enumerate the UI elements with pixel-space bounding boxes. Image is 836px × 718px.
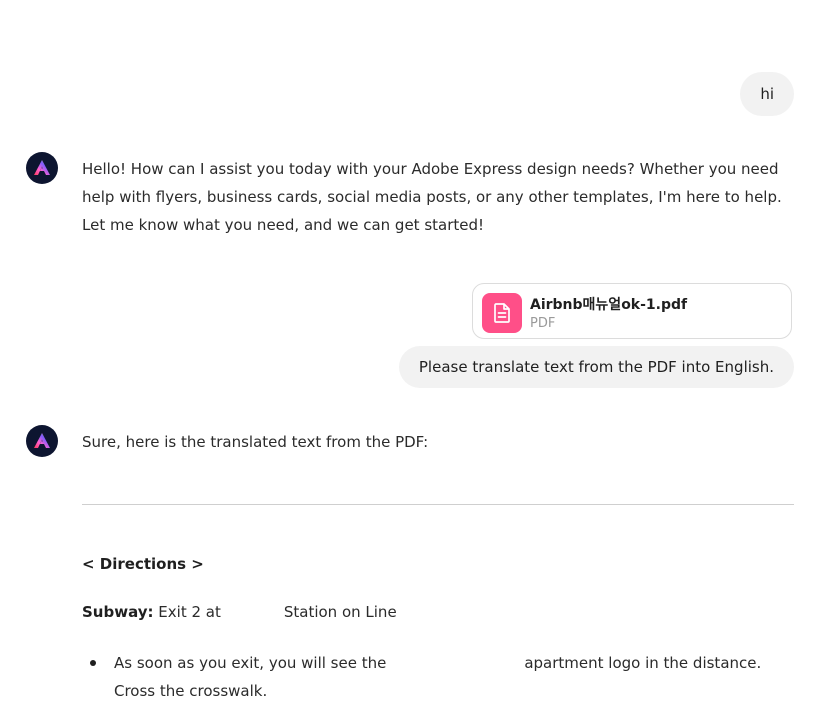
bullet-item: As soon as you exit, you will see the apa… <box>114 649 794 705</box>
chat-page: hi Hello! How can I assist you today wit… <box>0 0 836 718</box>
horizontal-divider <box>82 504 794 505</box>
directions-heading: < Directions > <box>82 555 204 573</box>
user-message-bubble: Please translate text from the PDF into … <box>398 346 794 388</box>
adobe-express-logo-icon <box>34 160 50 175</box>
subway-text-1: Exit 2 at <box>158 603 221 621</box>
bullet-text-part-1: As soon as you exit, you will see the <box>114 654 387 672</box>
assistant-message: Hello! How can I assist you today with y… <box>82 160 782 234</box>
assistant-message: Sure, here is the translated text from t… <box>82 433 429 451</box>
assistant-avatar <box>26 425 58 457</box>
attachment-file-name: Airbnb매뉴얼ok-1.pdf <box>530 297 688 313</box>
user-message-text: hi <box>760 85 774 103</box>
document-icon <box>482 293 522 333</box>
pdf-attachment-card[interactable]: Airbnb매뉴얼ok-1.pdf PDF <box>472 283 792 339</box>
subway-text-2: Station on Line <box>283 603 397 621</box>
adobe-express-logo-icon <box>34 433 50 448</box>
user-message-bubble: hi <box>740 72 794 116</box>
attachment-file-type: PDF <box>530 316 556 331</box>
bullet-point <box>90 660 96 666</box>
subway-label: Subway: <box>82 603 154 621</box>
subway-line: Subway: Exit 2 at Station on Line <box>82 603 397 621</box>
assistant-avatar <box>26 152 58 184</box>
user-message-text: Please translate text from the PDF into … <box>418 358 774 376</box>
